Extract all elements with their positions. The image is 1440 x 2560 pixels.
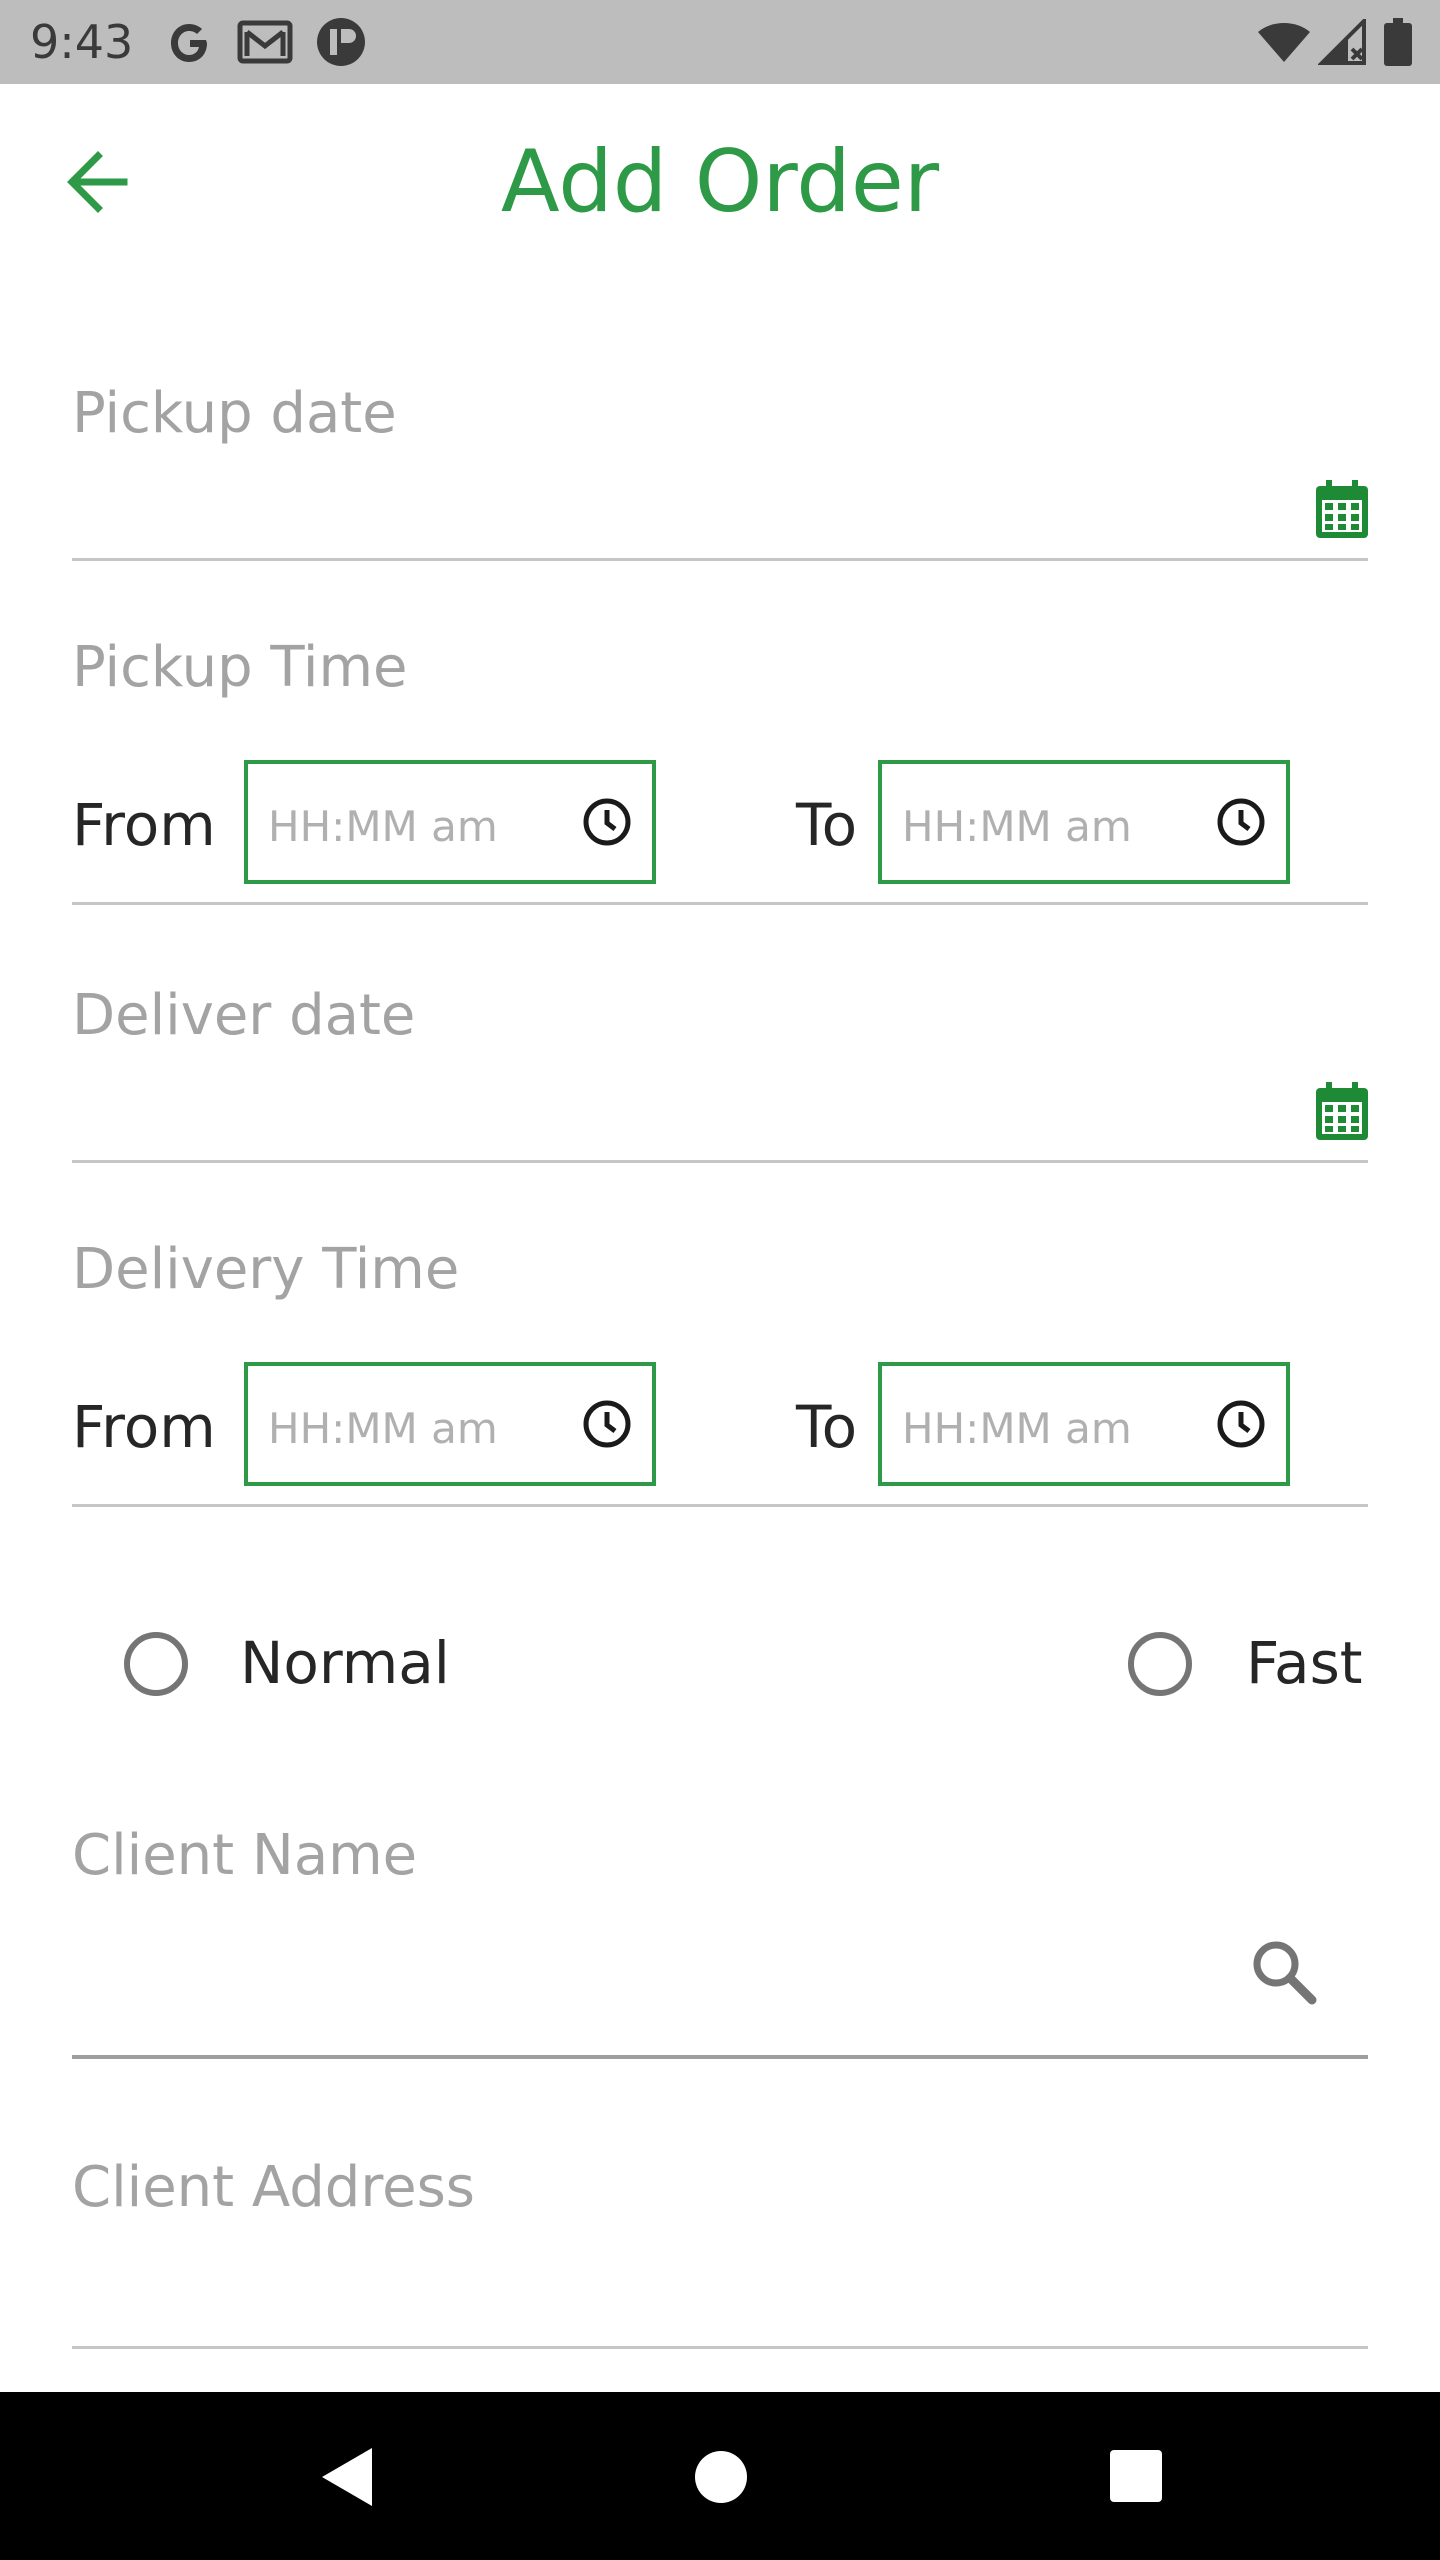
home-circle-icon [695, 2451, 747, 2503]
clock-icon [583, 798, 631, 846]
delivery-to-placeholder: HH:MM am [902, 1403, 1132, 1453]
nav-recents-button[interactable] [1108, 2448, 1164, 2504]
client-address-input[interactable] [72, 2240, 1368, 2330]
deliver-date-label: Deliver date [72, 983, 416, 1048]
pickup-time-underline [72, 902, 1368, 905]
back-triangle-icon [322, 2448, 372, 2506]
page-title: Add Order [500, 132, 940, 232]
pickup-date-field[interactable] [72, 470, 1302, 550]
pickup-to-time-input[interactable]: HH:MM am [878, 760, 1290, 884]
status-time: 9:43 [30, 15, 134, 69]
search-icon[interactable] [1248, 1936, 1320, 2008]
pickup-to-label: To [796, 791, 858, 859]
client-address-underline [72, 2346, 1368, 2349]
client-address-label: Client Address [72, 2155, 475, 2220]
cellular-signal-icon [1318, 18, 1366, 66]
pickup-from-placeholder: HH:MM am [268, 801, 498, 851]
google-g-icon [164, 18, 214, 66]
recents-square-icon [1110, 2450, 1162, 2502]
pickup-from-time-input[interactable]: HH:MM am [244, 760, 656, 884]
delivery-from-placeholder: HH:MM am [268, 1403, 498, 1453]
gmail-icon [236, 18, 294, 66]
client-name-input[interactable] [72, 1912, 1232, 2002]
deliver-date-underline [72, 1160, 1368, 1163]
pickup-to-placeholder: HH:MM am [902, 801, 1132, 851]
pickup-from-label: From [72, 791, 216, 859]
calendar-icon[interactable] [1316, 480, 1368, 538]
fast-radio-label[interactable]: Fast [1246, 1628, 1363, 1698]
nav-back-button[interactable] [316, 2444, 378, 2510]
delivery-to-label: To [796, 1393, 858, 1461]
fast-radio[interactable] [1128, 1632, 1192, 1696]
pickup-time-label: Pickup Time [72, 635, 408, 700]
nav-home-button[interactable] [694, 2450, 748, 2504]
pickup-date-label: Pickup date [72, 381, 397, 446]
clock-icon [1217, 798, 1265, 846]
delivery-to-time-input[interactable]: HH:MM am [878, 1362, 1290, 1486]
normal-radio[interactable] [124, 1632, 188, 1696]
pickup-date-underline [72, 558, 1368, 561]
client-name-underline [72, 2055, 1368, 2059]
delivery-time-label: Delivery Time [72, 1237, 460, 1302]
delivery-time-underline [72, 1504, 1368, 1507]
status-bar [0, 0, 1440, 84]
delivery-from-time-input[interactable]: HH:MM am [244, 1362, 656, 1486]
normal-radio-label[interactable]: Normal [240, 1628, 450, 1698]
client-name-label: Client Name [72, 1823, 418, 1888]
wifi-icon [1256, 18, 1312, 66]
clock-icon [1217, 1400, 1265, 1448]
deliver-date-field[interactable] [72, 1074, 1302, 1154]
clock-icon [583, 1400, 631, 1448]
app-notification-icon [314, 18, 368, 66]
delivery-from-label: From [72, 1393, 216, 1461]
calendar-icon[interactable] [1316, 1082, 1368, 1140]
battery-icon [1380, 18, 1416, 66]
